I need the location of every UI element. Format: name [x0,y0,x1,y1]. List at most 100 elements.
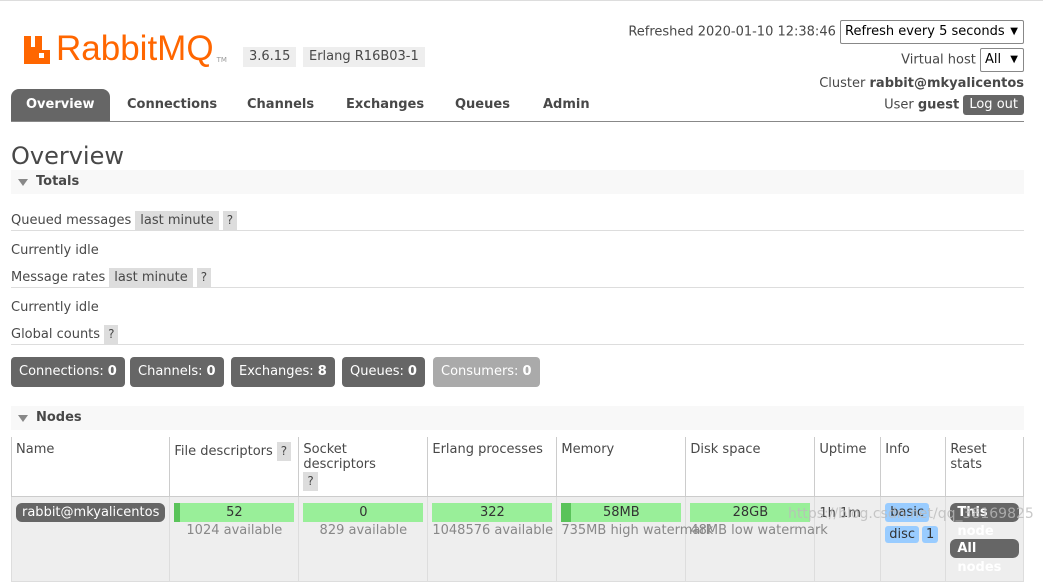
brand-tm: TM [216,56,227,64]
message-rates-label: Message rates [11,270,106,285]
node-name-cell: rabbit@mkyalicentos [10,496,171,582]
tab-admin[interactable]: Admin [528,89,605,121]
disk-sub: 48MB low watermark [690,523,828,538]
counter-value: 0 [522,364,532,379]
ep-sub: 1048576 available [432,523,554,538]
sd-cell: 0 829 available [298,496,429,582]
global-counts-label: Global counts [11,327,101,342]
collapse-triangle-icon [18,415,28,422]
tab-channels[interactable]: Channels [232,89,329,121]
consumers-counter[interactable]: Consumers: 0 [433,357,540,387]
queued-messages-row: Queued messages last minute? [11,211,238,230]
tab-overview[interactable]: Overview [11,89,110,121]
counter-value: 0 [107,364,117,379]
totals-section-header[interactable]: Totals [11,170,1024,194]
rabbitmq-logo: RabbitMQ TM [22,30,227,66]
counter-value: 0 [206,364,216,379]
watermark: https://blog.csdn.net/qq_38169825 [788,506,1034,522]
help-icon[interactable]: ? [276,442,292,461]
col-header-file-descriptors: File descriptors? [169,437,300,497]
tab-queues[interactable]: Queues [440,89,525,121]
info-disc-badge: disc [885,526,920,543]
col-header-info: Info [880,437,947,497]
col-header-label: Info [885,442,910,457]
col-header-uptime: Uptime [814,437,882,497]
memory-cell: 58MB 735MB high watermark [556,496,714,582]
vhost-area: Virtual host All ▼ [901,48,1024,72]
counter-label: Channels: [138,364,203,379]
bar-fill [561,503,571,522]
nodes-section-header[interactable]: Nodes [11,406,1024,430]
disk-value: 28GB [732,505,769,520]
message-rates-row: Message rates last minute? [11,268,212,287]
col-header-label: Memory [561,442,615,457]
tab-connections[interactable]: Connections [112,89,232,121]
virtual-host-value: All [985,52,1002,67]
virtual-host-label: Virtual host [901,52,976,68]
help-icon[interactable]: ? [222,211,238,230]
fd-sub: 1024 available [186,523,283,538]
help-icon[interactable]: ? [196,268,212,287]
sd-sub: 829 available [319,523,408,538]
currently-idle-1: Currently idle [11,243,99,258]
col-header-memory: Memory [556,437,687,497]
table-header-row: Name File descriptors? Socket descriptor… [10,437,1024,497]
totals-title: Totals [36,174,80,189]
memory-value: 58MB [603,505,640,520]
divider [11,230,1024,231]
divider [11,344,1024,345]
exchanges-counter[interactable]: Exchanges: 8 [231,357,335,387]
channels-counter[interactable]: Channels: 0 [130,357,224,387]
counter-label: Queues: [350,364,404,379]
tab-exchanges[interactable]: Exchanges [331,89,439,121]
brand-name: RabbitMQ [56,29,214,68]
col-header-label: Reset stats [950,442,987,472]
col-header-name: Name [10,437,171,497]
currently-idle-2: Currently idle [11,300,99,315]
message-rates-range[interactable]: last minute [109,268,193,287]
col-header-disk-space: Disk space [685,437,816,497]
col-header-label: Erlang processes [432,442,543,457]
help-icon[interactable]: ? [104,325,119,344]
help-icon[interactable]: ? [303,472,318,491]
col-header-label: Disk space [690,442,761,457]
memory-bar: 58MB [561,503,682,522]
main-tabs: Overview Connections Channels Exchanges … [11,89,1024,122]
ep-bar: 322 [432,503,553,522]
col-header-label: Socket descriptors [303,442,376,472]
col-header-reset-stats: Reset stats [945,437,1024,497]
col-header-label: Name [16,442,55,457]
queued-messages-range[interactable]: last minute [135,211,219,230]
reset-all-nodes-button[interactable]: All nodes [950,539,1019,575]
fd-value: 52 [226,505,243,520]
refresh-area: Refreshed 2020-01-10 12:38:46 Refresh ev… [628,20,1024,44]
refreshed-label: Refreshed 2020-01-10 12:38:46 [628,24,836,40]
refresh-select[interactable]: Refresh every 5 seconds ▼ [840,20,1024,44]
fd-bar: 52 [174,503,295,522]
memory-sub: 735MB high watermark [561,523,714,538]
fd-cell: 52 1024 available [169,496,300,582]
chevron-down-icon: ▼ [1010,54,1018,65]
erlang-badge: Erlang R16B03-1 [303,47,425,67]
counter-label: Connections: [19,364,104,379]
chevron-down-icon: ▼ [1010,26,1018,37]
top-border [0,0,1043,4]
counter-value: 0 [407,364,417,379]
node-name-link[interactable]: rabbit@mkyalicentos [16,503,166,522]
version-badge: 3.6.15 [243,47,297,67]
counter-value: 8 [317,364,327,379]
connections-counter[interactable]: Connections: 0 [11,357,125,387]
ep-value: 322 [479,505,505,520]
sd-bar: 0 [303,503,424,522]
virtual-host-select[interactable]: All ▼ [980,48,1024,72]
col-header-socket-descriptors: Socket descriptors? [298,437,429,497]
divider [11,287,1024,288]
sd-value: 0 [359,505,368,520]
collapse-triangle-icon [18,179,28,186]
counter-label: Consumers: [441,364,519,379]
refresh-select-value: Refresh every 5 seconds [845,24,1005,39]
page-title: Overview [11,142,124,170]
queues-counter[interactable]: Queues: 0 [342,357,425,387]
nodes-title: Nodes [36,410,82,425]
bar-fill [174,503,181,522]
